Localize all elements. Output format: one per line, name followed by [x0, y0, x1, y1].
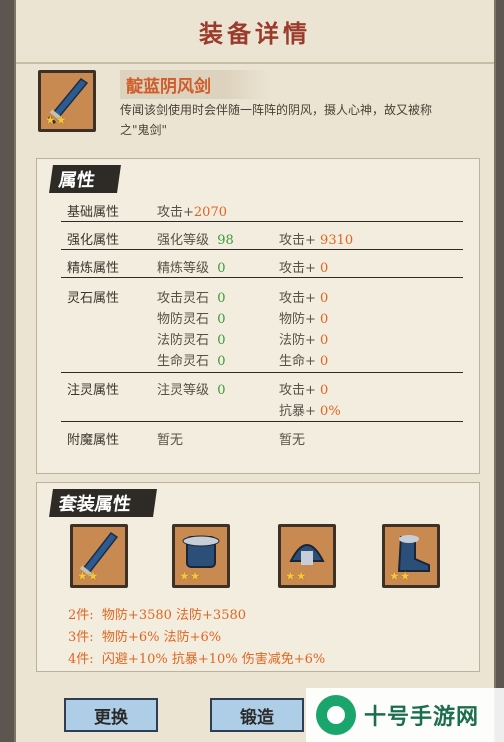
forge-button[interactable]: 锻造 [210, 698, 304, 732]
enchant-attr-label: 附魔属性 [67, 433, 120, 448]
set-item-armor[interactable]: ★★ [172, 524, 230, 588]
watermark-logo-icon [316, 695, 356, 735]
set-bonus-2: 2件: 物防+3580 法防+3580 [68, 608, 247, 623]
refine-stat: 攻击+ 0 [279, 261, 329, 276]
divider [61, 277, 463, 278]
spirit-stone-stat: 攻击+ 0 [279, 291, 329, 306]
infuse-stat-attack: 攻击+ 0 [279, 383, 329, 398]
set-item-boots[interactable]: ★★ [382, 524, 440, 588]
replace-button[interactable]: 更换 [64, 698, 158, 732]
enchant-left-value: 暂无 [157, 433, 184, 448]
set-item-helmet[interactable]: ★★ [278, 524, 336, 588]
spirit-stone-row: 法防灵石 0 [157, 333, 226, 348]
refine-level: 精炼等级 0 [157, 261, 226, 276]
set-item-stars: ★★ [77, 569, 99, 583]
item-description: 传闻该剑使用时会伴随一阵阵的阴风，摄人心神，故又被称之"鬼剑" [120, 103, 433, 137]
infuse-stat-crit-resist: 抗暴+ 0% [279, 404, 341, 419]
set-bonus-3: 3件: 物防+6% 法防+6% [68, 630, 222, 645]
divider [61, 421, 463, 422]
refine-attr-label: 精炼属性 [67, 261, 120, 276]
watermark-text: 十号手游网 [364, 704, 480, 730]
spirit-stone-row: 物防灵石 0 [157, 312, 226, 327]
enhance-stat: 攻击+ 9310 [279, 233, 354, 248]
spirit-stone-stat: 物防+ 0 [279, 312, 329, 327]
base-attr-label: 基础属性 [67, 205, 120, 220]
equipment-detail-panel: 装备详情 ★★ 靛蓝阴风剑 传闻该剑使用时会伴随一阵阵的阴风，摄人心神，故又被称… [14, 0, 496, 742]
set-item-stars: ★★ [389, 569, 411, 583]
spirit-stone-stat: 生命+ 0 [279, 354, 329, 369]
infuse-level: 注灵等级 0 [157, 383, 226, 398]
enhance-attr-label: 强化属性 [67, 233, 120, 248]
attribute-section-title: 属性 [49, 165, 121, 193]
item-stars: ★★ [45, 113, 67, 127]
infuse-attr-label: 注灵属性 [67, 383, 120, 398]
base-attr-value: 2070 [193, 205, 227, 220]
base-attr-stat: 攻击+2070 [157, 205, 227, 220]
attribute-box: 属性 基础属性 攻击+2070 强化属性 强化等级 98 攻击+ 9310 精炼… [36, 158, 480, 474]
enhance-level: 强化等级 98 [157, 233, 234, 248]
spirit-stone-stat: 法防+ 0 [279, 333, 329, 348]
item-name: 靛蓝阴风剑 [120, 70, 271, 99]
set-section-title: 套装属性 [49, 489, 157, 517]
spirit-stone-attr-label: 灵石属性 [67, 291, 120, 306]
sword-item-icon[interactable]: ★★ [38, 70, 96, 132]
set-item-sword[interactable]: ★★ [70, 524, 128, 588]
divider [61, 249, 463, 250]
set-item-stars: ★★ [285, 569, 307, 583]
watermark: 十号手游网 [306, 688, 504, 742]
spirit-stone-row: 攻击灵石 0 [157, 291, 226, 306]
set-item-stars: ★★ [179, 569, 201, 583]
title-bar: 装备详情 [16, 0, 494, 64]
divider [61, 372, 463, 373]
set-bonus-4: 4件: 闪避+10% 抗暴+10% 伤害减免+6% [68, 652, 326, 667]
enchant-right-value: 暂无 [279, 433, 306, 448]
panel-title: 装备详情 [199, 18, 311, 48]
divider [61, 221, 463, 222]
spirit-stone-row: 生命灵石 0 [157, 354, 226, 369]
